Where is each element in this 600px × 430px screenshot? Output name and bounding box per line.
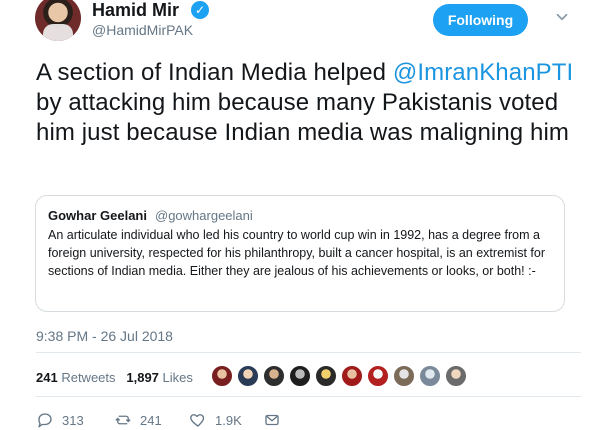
heart-icon[interactable] bbox=[189, 411, 207, 429]
retweet-icon[interactable] bbox=[114, 411, 132, 429]
envelope-icon[interactable] bbox=[263, 411, 281, 429]
direct-message-action[interactable] bbox=[263, 410, 289, 430]
retweet-action[interactable]: 241 bbox=[114, 410, 162, 430]
mention-link[interactable]: @ImranKhanPTI bbox=[393, 59, 573, 86]
like-action[interactable]: 1.9K bbox=[189, 410, 242, 430]
verified-badge-icon: ✓ bbox=[191, 1, 209, 19]
liker-avatar-icon[interactable] bbox=[236, 364, 260, 388]
following-button[interactable]: Following bbox=[433, 4, 528, 36]
chevron-down-icon[interactable] bbox=[553, 8, 571, 26]
author-handle[interactable]: @HamidMirPAK bbox=[92, 22, 193, 38]
likes-label[interactable]: Likes bbox=[163, 370, 193, 385]
quoted-tweet-text: An articulate individual who led his cou… bbox=[48, 228, 545, 278]
tweet-text-part: by attacking him because many Pakistanis… bbox=[36, 89, 569, 146]
author-name[interactable]: Hamid Mir bbox=[92, 0, 179, 20]
liker-avatar-icon[interactable] bbox=[288, 364, 312, 388]
retweets-count[interactable]: 241 bbox=[36, 370, 58, 385]
reply-count: 313 bbox=[62, 412, 84, 428]
quoted-author-handle[interactable]: @gowhargeelani bbox=[155, 208, 253, 223]
reply-icon[interactable] bbox=[36, 411, 54, 429]
liker-avatar-icon[interactable] bbox=[366, 364, 390, 388]
liker-avatar-icon[interactable] bbox=[340, 364, 364, 388]
quoted-tweet-card[interactable]: Gowhar Geelani @gowhargeelani An articul… bbox=[35, 195, 565, 312]
likes-count[interactable]: 1,897 bbox=[126, 370, 159, 385]
tweet-actions: 313 241 1.9K bbox=[36, 410, 596, 430]
liker-avatar-icon[interactable] bbox=[210, 364, 234, 388]
like-count: 1.9K bbox=[215, 412, 242, 428]
tweet-header: Hamid Mir ✓ @HamidMirPAK Following bbox=[0, 0, 600, 50]
divider bbox=[36, 396, 581, 397]
reply-action[interactable]: 313 bbox=[36, 410, 84, 430]
liker-avatar-icon[interactable] bbox=[392, 364, 416, 388]
tweet-timestamp[interactable]: 9:38 PM - 26 Jul 2018 bbox=[36, 328, 173, 344]
liker-avatar-icon[interactable] bbox=[418, 364, 442, 388]
retweet-count: 241 bbox=[140, 412, 162, 428]
tweet-text-part: A section of Indian Media helped bbox=[36, 59, 393, 86]
retweets-label[interactable]: Retweets bbox=[61, 370, 115, 385]
engagement-stats: 241 Retweets 1,897 Likes bbox=[36, 370, 193, 385]
liker-avatar-icon[interactable] bbox=[314, 364, 338, 388]
tweet-text: A section of Indian Media helped @ImranK… bbox=[36, 58, 586, 148]
profile-avatar-icon[interactable] bbox=[35, 0, 81, 41]
liker-avatar-icon[interactable] bbox=[444, 364, 468, 388]
divider bbox=[36, 352, 581, 353]
quoted-author-name[interactable]: Gowhar Geelani bbox=[48, 208, 147, 223]
liker-avatar-icon[interactable] bbox=[262, 364, 286, 388]
